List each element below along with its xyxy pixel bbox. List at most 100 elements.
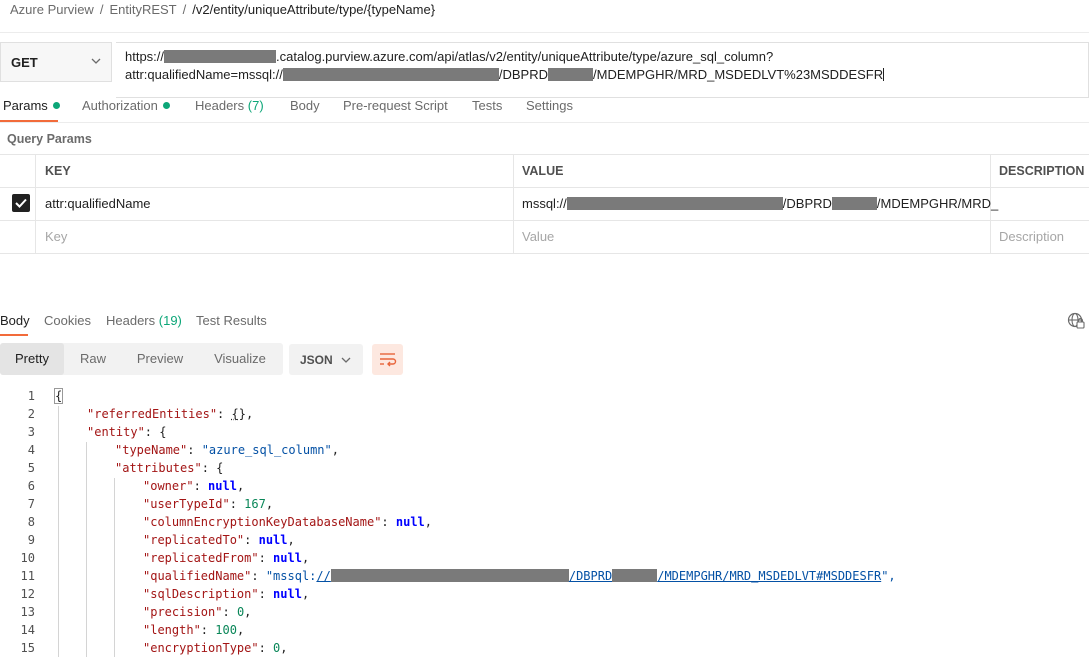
indent-guide [58, 406, 59, 657]
status-dot [52, 102, 60, 109]
code-line: "encryptionType": 0, [143, 641, 288, 655]
tab-tests[interactable]: Tests [472, 98, 502, 113]
json-null: null [273, 551, 302, 565]
column-header-description: DESCRIPTION [999, 164, 1085, 178]
breadcrumb-separator: / [182, 2, 187, 17]
json-key: "columnEncryptionKeyDatabaseName" [143, 515, 382, 529]
tab-authorization[interactable]: Authorization [82, 98, 170, 113]
code-line: "sqlDescription": null, [143, 587, 310, 601]
param-value[interactable]: mssql:// /DBPRD/MDEMPGHR/MRD_ [522, 196, 998, 211]
json-number: 0 [236, 605, 245, 619]
redacted-block [566, 197, 783, 210]
json-key: "userTypeId" [143, 497, 230, 511]
params-table: KEY VALUE DESCRIPTION attr:qualifiedName… [0, 154, 1089, 254]
format-select[interactable]: JSON [289, 344, 363, 375]
json-link[interactable]: /MDEMPGHR/MRD_MSDEDLVT#MSDDESFR [657, 569, 881, 583]
tab-test-results[interactable]: Test Results [196, 313, 267, 328]
tab-response-body[interactable]: Body [0, 313, 30, 328]
url-text: https:// .catalog.purview.azure.com/api/a… [125, 48, 885, 84]
json-key: "entity" [87, 425, 145, 439]
redacted-block [282, 68, 499, 81]
tab-pre-request-script[interactable]: Pre-request Script [343, 98, 448, 113]
code-line: "typeName": "azure_sql_column", [115, 443, 339, 457]
wrap-lines-button[interactable] [372, 344, 403, 375]
line-number: 4 [27, 443, 35, 457]
tab-label: Params [3, 98, 48, 113]
line-number: 8 [27, 515, 35, 529]
json-null: null [208, 479, 237, 493]
chevron-down-icon [91, 58, 101, 64]
line-number: 11 [20, 569, 35, 583]
breadcrumb-collection[interactable]: Azure Purview [10, 2, 94, 17]
line-number: 2 [27, 407, 35, 421]
view-raw-button[interactable]: Raw [66, 343, 120, 375]
active-tab-indicator [0, 334, 28, 336]
redacted-block [612, 569, 658, 582]
globe-icon[interactable] [1067, 312, 1085, 330]
json-null: null [258, 533, 288, 547]
wrap-lines-icon [380, 353, 397, 367]
line-number: 14 [20, 623, 35, 637]
count-badge: (7) [247, 98, 264, 113]
tab-params[interactable]: Params [3, 98, 60, 113]
format-label: JSON [300, 353, 333, 367]
param-key[interactable]: attr:qualifiedName [45, 196, 151, 211]
tab-body[interactable]: Body [290, 98, 320, 113]
divider [0, 154, 1089, 155]
json-key: "precision" [143, 605, 223, 619]
tab-headers[interactable]: Headers (7) [195, 98, 264, 113]
json-null: null [273, 587, 302, 601]
key-placeholder[interactable]: Key [45, 229, 67, 244]
view-preview-button[interactable]: Preview [124, 343, 196, 375]
response-json-viewer[interactable]: 1 2 3 4 5 6 7 8 9 10 11 12 13 14 15 { "r… [0, 386, 1089, 657]
view-visualize-button[interactable]: Visualize [200, 343, 280, 375]
count-badge: (19) [158, 313, 182, 328]
line-number: 15 [20, 641, 35, 655]
json-key: "attributes" [115, 461, 202, 475]
breadcrumb-separator: / [99, 2, 104, 17]
code-line: "replicatedFrom": null, [143, 551, 310, 565]
tab-settings[interactable]: Settings [526, 98, 573, 113]
request-name[interactable]: /v2/entity/uniqueAttribute/type/{typeNam… [192, 2, 435, 17]
view-mode-toggle: Pretty Raw Preview Visualize [0, 343, 283, 375]
divider [0, 122, 1089, 123]
line-number: 10 [20, 551, 35, 565]
tab-label: Headers [106, 313, 156, 328]
divider [513, 154, 514, 254]
code-line: "length": 100, [143, 623, 245, 637]
line-number: 5 [27, 461, 35, 475]
value-part: /MDEMPGHR/MRD_ [876, 196, 999, 211]
divider [0, 253, 1089, 254]
column-header-key: KEY [45, 164, 71, 178]
description-placeholder[interactable]: Description [999, 229, 1064, 244]
divider [35, 154, 36, 254]
tab-response-headers[interactable]: Headers (19) [106, 313, 182, 328]
json-link[interactable]: // [316, 569, 330, 583]
json-number: 100 [215, 623, 237, 637]
line-number: 1 [27, 389, 35, 403]
request-tabs: Params Authorization Headers (7) Body Pr… [0, 98, 1089, 122]
view-pretty-button[interactable]: Pretty [0, 343, 64, 375]
breadcrumb-folder[interactable]: EntityREST [109, 2, 176, 17]
code-line: "referredEntities": {}, [87, 407, 254, 421]
method-select[interactable]: GET [0, 42, 112, 82]
param-checkbox[interactable] [12, 194, 30, 212]
response-tabs: Body Cookies Headers (19) Test Results [0, 310, 1089, 334]
text-caret [883, 68, 885, 81]
line-number: 13 [20, 605, 35, 619]
url-part: attr:qualifiedName=mssql:// [125, 67, 283, 82]
divider [0, 32, 1089, 33]
url-input[interactable]: https:// .catalog.purview.azure.com/api/a… [116, 42, 1089, 98]
json-key: "length" [143, 623, 201, 637]
value-placeholder[interactable]: Value [522, 229, 554, 244]
json-link[interactable]: /DBPRD [569, 569, 612, 583]
line-number: 9 [27, 533, 35, 547]
redacted-block [831, 197, 877, 210]
line-number: 7 [27, 497, 35, 511]
json-number: 167 [244, 497, 266, 511]
json-key: "typeName" [115, 443, 188, 457]
tab-cookies[interactable]: Cookies [44, 313, 91, 328]
json-null: null [395, 515, 425, 529]
url-part: /DBPRD [498, 67, 548, 82]
divider [0, 220, 1089, 221]
